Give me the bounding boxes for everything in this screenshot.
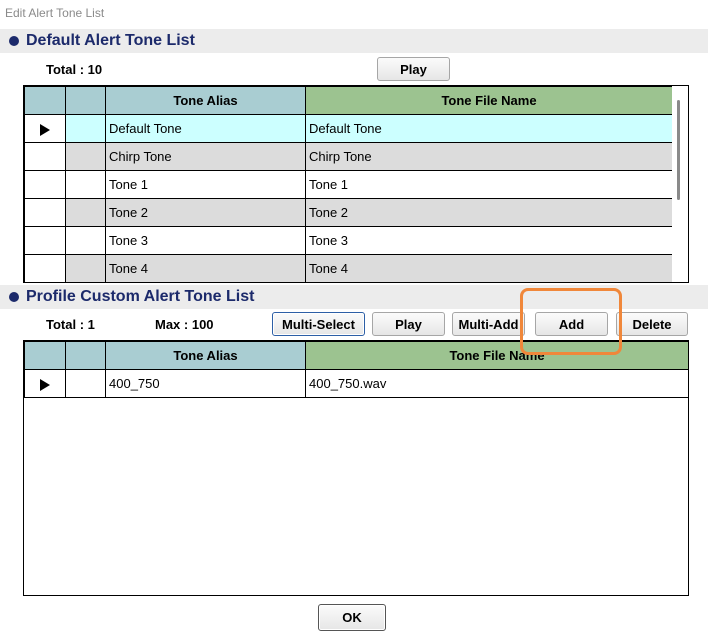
tone-file-cell[interactable]: Default Tone [305, 114, 673, 143]
row-check-cell[interactable] [65, 114, 106, 143]
default-total-label: Total : 10 [46, 62, 103, 77]
custom-section-header: Profile Custom Alert Tone List [0, 285, 708, 309]
table-row[interactable]: Tone 3 Tone 3 [24, 226, 673, 255]
custom-grid-header: Tone Alias Tone File Name [24, 341, 688, 370]
row-indicator [24, 114, 66, 143]
default-section-header: Default Alert Tone List [0, 29, 708, 53]
header-tone-file-name[interactable]: Tone File Name [305, 86, 673, 115]
bullet-icon [9, 292, 19, 302]
tone-file-cell[interactable]: Chirp Tone [305, 142, 673, 171]
tone-alias-cell[interactable]: Tone 1 [105, 170, 306, 199]
custom-total-label: Total : 1 [46, 317, 95, 332]
default-grid-scrollbar[interactable] [672, 86, 688, 282]
triangle-right-icon [40, 378, 50, 391]
row-check-cell[interactable] [65, 254, 106, 282]
row-check-cell[interactable] [65, 170, 106, 199]
row-check-cell[interactable] [65, 369, 106, 398]
header-tone-alias[interactable]: Tone Alias [105, 86, 306, 115]
multi-add-button[interactable]: Multi-Add [452, 312, 525, 336]
header-indicator-cell [24, 341, 66, 370]
default-play-button[interactable]: Play [377, 57, 450, 81]
header-indicator-cell [24, 86, 66, 115]
header-tone-alias[interactable]: Tone Alias [105, 341, 306, 370]
triangle-right-icon [40, 123, 50, 136]
tone-alias-cell[interactable]: Tone 4 [105, 254, 306, 282]
tone-file-cell[interactable]: Tone 3 [305, 226, 673, 255]
table-row[interactable]: Tone 2 Tone 2 [24, 198, 673, 227]
tone-alias-cell[interactable]: Chirp Tone [105, 142, 306, 171]
table-row[interactable]: Tone 1 Tone 1 [24, 170, 673, 199]
default-section-title: Default Alert Tone List [26, 32, 195, 49]
scrollbar-thumb[interactable] [677, 100, 680, 200]
header-check-cell [65, 86, 106, 115]
tone-alias-cell[interactable]: 400_750 [105, 369, 306, 398]
ok-button[interactable]: OK [318, 604, 386, 631]
tone-file-cell[interactable]: Tone 2 [305, 198, 673, 227]
custom-play-button[interactable]: Play [372, 312, 445, 336]
custom-max-label: Max : 100 [155, 317, 214, 332]
default-tone-grid: Tone Alias Tone File Name Default Tone D… [23, 85, 689, 283]
window-title: Edit Alert Tone List [5, 6, 105, 20]
row-indicator [24, 198, 66, 227]
add-button[interactable]: Add [535, 312, 608, 336]
row-indicator [24, 170, 66, 199]
header-tone-file-name[interactable]: Tone File Name [305, 341, 688, 370]
custom-tone-grid: Tone Alias Tone File Name 400_750 400_75… [23, 340, 689, 596]
tone-file-cell[interactable]: Tone 1 [305, 170, 673, 199]
tone-alias-cell[interactable]: Default Tone [105, 114, 306, 143]
table-row[interactable]: Default Tone Default Tone [24, 114, 673, 143]
custom-section-title: Profile Custom Alert Tone List [26, 288, 255, 305]
row-indicator [24, 142, 66, 171]
row-check-cell[interactable] [65, 142, 106, 171]
bullet-icon [9, 36, 19, 46]
row-indicator [24, 226, 66, 255]
row-check-cell[interactable] [65, 198, 106, 227]
row-check-cell[interactable] [65, 226, 106, 255]
tone-alias-cell[interactable]: Tone 2 [105, 198, 306, 227]
table-row[interactable]: Chirp Tone Chirp Tone [24, 142, 673, 171]
header-check-cell [65, 341, 106, 370]
table-row[interactable]: Tone 4 Tone 4 [24, 254, 673, 282]
tone-file-cell[interactable]: 400_750.wav [305, 369, 688, 398]
delete-button[interactable]: Delete [616, 312, 688, 336]
default-grid-header: Tone Alias Tone File Name [24, 86, 673, 115]
row-indicator [24, 369, 66, 398]
tone-alias-cell[interactable]: Tone 3 [105, 226, 306, 255]
multi-select-button[interactable]: Multi-Select [272, 312, 365, 336]
table-row[interactable]: 400_750 400_750.wav [24, 369, 688, 398]
row-indicator [24, 254, 66, 282]
tone-file-cell[interactable]: Tone 4 [305, 254, 673, 282]
